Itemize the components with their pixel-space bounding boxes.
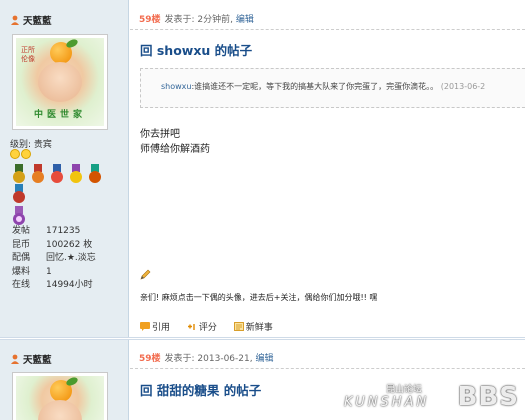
post-header: 59楼 发表于: 2分钟前, 编辑 xyxy=(139,15,254,25)
medal-list xyxy=(12,164,112,226)
medal-icon[interactable] xyxy=(12,206,26,226)
stat-online: 在线 14994小时 xyxy=(12,280,93,290)
medal-icon[interactable] xyxy=(50,164,64,184)
quote-block: showxu:谁搞谁还不一定呢，等下我的搞基大队来了你完蛋了，完蛋你滴花。。 (… xyxy=(140,68,525,108)
signature: 亲们! 麻烦点击一下偶的头像，进去后+关注，偶给你们加分哦!! 嘿 xyxy=(140,293,378,302)
post-title: 回 甜甜的糖果 的帖子 xyxy=(140,383,262,398)
news-icon xyxy=(233,322,244,331)
post-title: 回 showxu 的帖子 xyxy=(140,43,253,58)
spouse-link[interactable]: 回忆.★.淡忘 xyxy=(46,253,96,263)
author-name-text: 天藍藍 xyxy=(23,355,52,366)
floor-number[interactable]: 59楼 xyxy=(139,354,161,364)
avatar-image xyxy=(16,376,104,420)
divider xyxy=(130,368,525,369)
medal-icon[interactable] xyxy=(69,164,83,184)
avatar-image: 正所伦像 中医世家 xyxy=(16,38,104,126)
body-line: 师傅给你解酒药 xyxy=(140,144,210,155)
author-name[interactable]: 天藍藍 xyxy=(10,352,52,366)
post-time: 发表于: 2013-06-21 xyxy=(164,354,250,364)
smiley-icon xyxy=(10,149,20,159)
pencil-icon xyxy=(140,269,151,280)
divider xyxy=(130,29,525,30)
user-icon xyxy=(11,354,19,364)
stat-spouse: 配偶 回忆.★.淡忘 xyxy=(12,253,96,263)
smiley-icon xyxy=(21,149,31,159)
floor-number[interactable]: 59楼 xyxy=(139,15,161,25)
author-name-text: 天藍藍 xyxy=(23,16,52,27)
quote-time: (2013-06-2 xyxy=(440,82,486,91)
post-header: 59楼 发表于: 2013-06-21, 编辑 xyxy=(139,354,274,364)
quote-icon xyxy=(140,322,150,331)
quote-text: :谁搞谁还不一定呢，等下我的搞基大队来了你完蛋了，完蛋你滴花。。 xyxy=(191,82,439,91)
post-time: 发表于: 2分钟前 xyxy=(164,15,231,25)
user-stats: 发帖 171235 昆币 100262 枚 配偶 回忆.★.淡忘 爆料 1 在线 1499… xyxy=(12,225,96,293)
rate-button[interactable]: 评分 xyxy=(187,320,217,333)
post-59: 天藍藍 正所伦像 中医世家 级别: 贵宾 发帖 171235 昆币 100262… xyxy=(0,0,525,338)
watermark-cn: 昆山论坛 xyxy=(386,385,423,395)
avatar-caption: 中医世家 xyxy=(33,110,86,120)
post-content: 59楼 发表于: 2分钟前, 编辑 回 showxu 的帖子 showxu:谁搞谁… xyxy=(130,0,525,337)
avatar-stamp: 正所伦像 xyxy=(21,46,35,63)
body-line: 你去拼吧 xyxy=(140,129,180,140)
stat-reports: 爆料 1 xyxy=(12,266,52,277)
quote-button[interactable]: 引用 xyxy=(140,320,170,333)
stat-posts: 发帖 171235 xyxy=(12,226,81,236)
news-button[interactable]: 新鲜事 xyxy=(233,320,273,333)
stat-coins: 昆币 100262 枚 xyxy=(12,239,93,250)
user-icon xyxy=(11,15,19,25)
author-sidebar: 天藍藍 xyxy=(0,340,129,420)
level-icons xyxy=(10,149,32,162)
watermark-bbs: BBS xyxy=(457,382,519,412)
medal-icon[interactable] xyxy=(12,184,26,204)
edit-link[interactable]: 编辑 xyxy=(236,15,254,25)
site-watermark: 昆山论坛 KUNSHAN BBS xyxy=(344,382,519,412)
post-actions: 引用 评分 新鲜事 xyxy=(140,320,287,333)
medal-icon[interactable] xyxy=(12,164,26,184)
author-name[interactable]: 天藍藍 xyxy=(10,13,52,27)
medal-icon[interactable] xyxy=(31,164,45,184)
plus-one-icon xyxy=(187,324,195,330)
edit-link[interactable]: 编辑 xyxy=(255,354,273,364)
avatar[interactable]: 正所伦像 中医世家 xyxy=(12,34,108,130)
post-body: 你去拼吧 师傅给你解酒药 xyxy=(140,127,210,157)
medal-icon[interactable] xyxy=(88,164,102,184)
watermark-name: KUNSHAN xyxy=(344,395,430,410)
quote-user-link[interactable]: showxu xyxy=(161,82,191,91)
author-sidebar: 天藍藍 正所伦像 中医世家 级别: 贵宾 发帖 171235 昆币 100262… xyxy=(0,0,129,337)
avatar[interactable] xyxy=(12,372,108,420)
